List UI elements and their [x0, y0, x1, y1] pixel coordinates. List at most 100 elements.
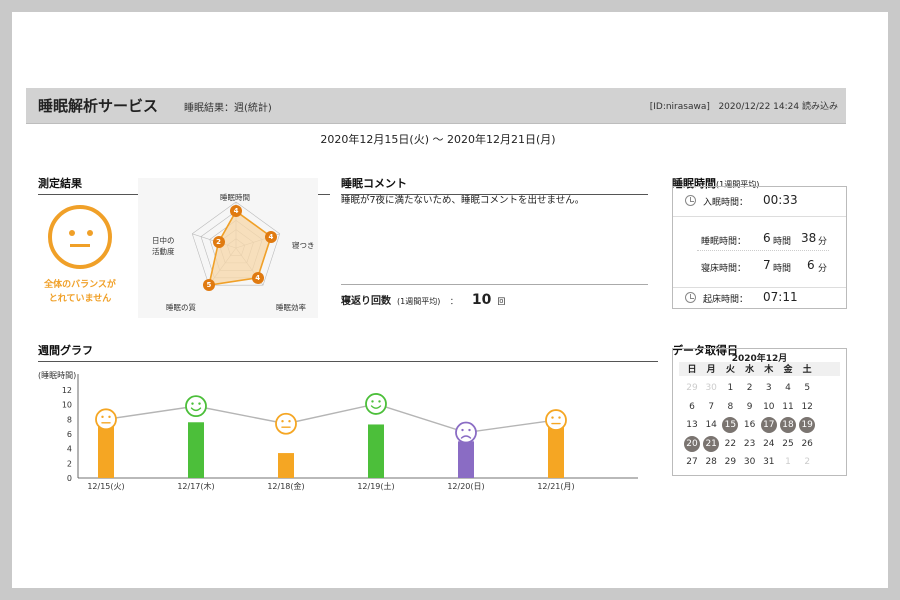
x-tick-label: 12/18(金) — [267, 481, 304, 491]
calendar-day[interactable]: 13 — [683, 417, 701, 433]
divider — [673, 287, 846, 288]
face-eye — [558, 416, 561, 419]
happy-face-marker — [185, 395, 207, 418]
calendar-day[interactable]: 5 — [798, 380, 816, 396]
face-eye — [378, 400, 381, 403]
wake-label: 起床時間： — [703, 295, 749, 305]
loaded-at: 2020/12/22 14:24 読み込み — [718, 102, 838, 112]
calendar-day-with-data[interactable]: 18 — [780, 417, 796, 433]
calendar-day[interactable]: 9 — [741, 399, 759, 415]
calendar-day-with-data[interactable]: 15 — [722, 417, 739, 433]
calendar-day[interactable]: 10 — [760, 399, 778, 415]
neutral-face-marker — [275, 412, 297, 435]
calendar-day[interactable]: 11 — [779, 399, 797, 415]
bedtime-value: 00:33 — [763, 193, 798, 207]
app-subtitle: 睡眠結果：週(統計) — [184, 103, 272, 114]
clock-icon — [685, 292, 696, 303]
calendar: 2020年12月 日月火水木金土 29 30 1 2 3 4 5 6 7 8 9 10 11 12 13 14 1… — [672, 348, 847, 476]
radar-value-point: 4 — [264, 230, 277, 243]
balance-message-line2: とれていません — [48, 294, 112, 304]
calendar-weekday: 木 — [764, 365, 774, 375]
rollover-avg-note: (1週間平均) — [397, 297, 441, 306]
date-range: 2020年12月15日(火) 〜 2020年12月21日(月) — [320, 133, 556, 146]
calendar-day[interactable]: 14 — [702, 417, 720, 433]
radar-value-point: 2 — [212, 236, 225, 249]
divider — [697, 250, 829, 251]
calendar-day[interactable]: 1 — [779, 454, 797, 470]
calendar-day[interactable]: 2 — [741, 380, 759, 396]
bedtime-row: 入眠時間： 00:33 — [673, 193, 846, 210]
calendar-day[interactable]: 27 — [683, 454, 701, 470]
calendar-day[interactable]: 22 — [721, 436, 739, 452]
wake-value: 07:11 — [763, 290, 798, 304]
in-bed-minutes: 6 — [807, 258, 815, 272]
calendar-day[interactable]: 1 — [721, 380, 739, 396]
comment-text: 睡眠が7夜に満たないため、睡眠コメントを出せません。 — [341, 195, 585, 206]
calendar-day[interactable]: 23 — [741, 436, 759, 452]
face-eye — [191, 402, 194, 405]
calendar-day[interactable]: 16 — [741, 417, 759, 433]
calendar-day[interactable]: 30 — [741, 454, 759, 470]
calendar-day[interactable]: 26 — [798, 436, 816, 452]
neutral-face-icon — [48, 205, 112, 269]
divider — [341, 284, 648, 285]
calendar-day[interactable]: 2 — [798, 454, 816, 470]
weekly-chart: (睡眠時間) 0 2 4 6 8 10 12 12/15(火) 12/17(木) 12/18(金) 1… — [26, 362, 656, 494]
calendar-day-with-data[interactable]: 19 — [799, 417, 816, 433]
balance-message-line1: 全体のバランスが — [44, 280, 116, 290]
calendar-day[interactable]: 12 — [798, 399, 816, 415]
hour-unit: 時間 — [773, 237, 792, 247]
radar-label-daytime-2: 活動度 — [152, 247, 175, 256]
calendar-day[interactable]: 28 — [702, 454, 720, 470]
y-tick-label: 6 — [67, 430, 72, 439]
neutral-face-marker — [95, 408, 117, 431]
calendar-day[interactable]: 4 — [779, 380, 797, 396]
calendar-day[interactable]: 6 — [683, 399, 701, 415]
bar — [368, 424, 384, 478]
calendar-day[interactable]: 31 — [760, 454, 778, 470]
calendar-day[interactable]: 24 — [760, 436, 778, 452]
calendar-day-with-data[interactable]: 21 — [703, 435, 720, 452]
calendar-day[interactable]: 29 — [721, 454, 739, 470]
face-eye — [198, 402, 201, 405]
happy-face-marker — [365, 393, 387, 415]
face-eye — [468, 428, 471, 432]
calendar-day-with-data[interactable]: 20 — [684, 435, 700, 452]
face-eye — [288, 420, 291, 423]
calendar-day[interactable]: 25 — [779, 436, 797, 452]
in-bed-label: 寝床時間： — [701, 264, 747, 274]
face-eye — [551, 416, 554, 419]
calendar-day[interactable]: 7 — [702, 399, 720, 415]
calendar-weekday: 月 — [706, 365, 716, 375]
duration-label: 睡眠時間： — [701, 237, 747, 247]
face-eye — [461, 428, 464, 432]
weekly-chart-svg: (睡眠時間) 0 2 4 6 8 10 12 12/15(火) 12/17(木) 12/18(金) 1… — [38, 371, 638, 491]
bar — [188, 422, 204, 478]
clock-icon — [685, 195, 696, 206]
x-tick-label: 12/17(木) — [177, 481, 214, 491]
radar-chart: 睡眠時間 寝つき 睡眠効率 睡眠の質 日中の 活動度 44452 — [138, 178, 318, 318]
calendar-day-with-data[interactable]: 17 — [760, 417, 777, 433]
face-mouth — [70, 244, 90, 247]
divider — [673, 216, 846, 217]
rollover-unit: 回 — [497, 297, 506, 306]
calendar-day[interactable]: 30 — [702, 380, 720, 396]
y-tick-label: 8 — [67, 415, 72, 424]
calendar-day[interactable]: 3 — [760, 380, 778, 396]
calendar-day[interactable]: 29 — [683, 380, 701, 396]
header-info: [ID:nirasawa] 2020/12/22 14:24 読み込み — [650, 99, 838, 112]
x-tick-label: 12/19(土) — [357, 481, 394, 491]
radar-label-sleep-efficiency: 睡眠効率 — [276, 303, 306, 312]
face-eye — [108, 415, 111, 419]
sad-face-marker — [455, 421, 477, 444]
y-tick-label: 4 — [67, 445, 72, 454]
duration-hours: 6 — [763, 231, 771, 245]
duration-minutes: 38 — [801, 231, 817, 245]
y-tick-label: 2 — [67, 459, 72, 468]
calendar-weekday: 日 — [687, 365, 697, 375]
balance-message: 全体のバランスが とれていません — [34, 278, 126, 306]
x-tick-label: 12/20(日) — [447, 482, 484, 491]
calendar-day[interactable]: 8 — [721, 399, 739, 415]
rollover-colon: ： — [449, 297, 458, 306]
face-eye — [101, 415, 104, 419]
